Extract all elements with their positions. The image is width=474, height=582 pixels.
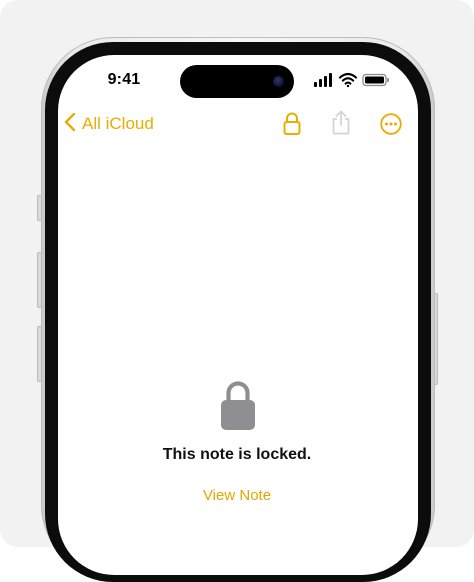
back-button[interactable]: All iCloud: [64, 112, 154, 136]
lock-icon: [220, 380, 256, 437]
share-icon: [332, 110, 350, 135]
more-button[interactable]: [380, 113, 402, 140]
status-time: 9:41: [107, 71, 141, 88]
back-button-label: All iCloud: [82, 114, 154, 133]
battery-icon: [362, 73, 389, 87]
wifi-icon: [338, 72, 358, 88]
cellular-signal-icon: [314, 73, 332, 87]
status-icons: [314, 71, 394, 89]
share-button[interactable]: [330, 110, 352, 141]
chevron-left-icon: [64, 112, 76, 137]
lock-button[interactable]: [282, 111, 302, 142]
front-camera: [273, 76, 284, 87]
view-note-button[interactable]: View Note: [0, 487, 474, 504]
locked-message: This note is locked.: [162, 446, 312, 463]
lock-icon: [283, 112, 301, 135]
more-icon: [380, 113, 402, 135]
